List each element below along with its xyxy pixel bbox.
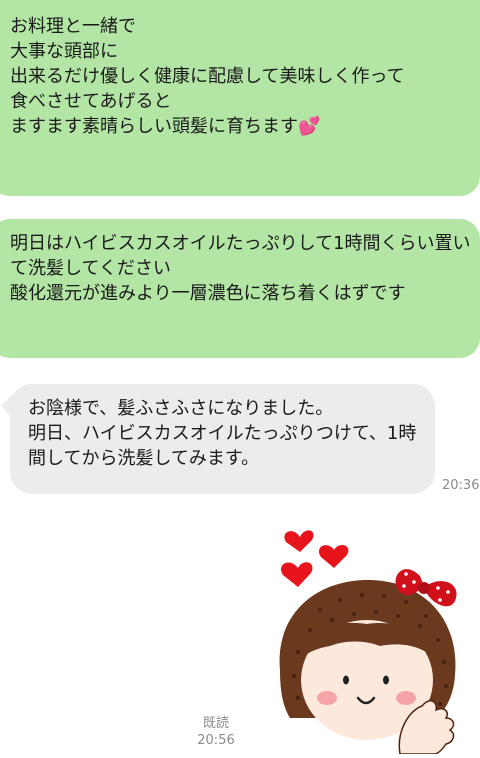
message-timestamp: 20:56 <box>197 733 235 748</box>
sent-message-bubble[interactable]: お料理と一緒で 大事な頭部に 出来るだけ優しく健康に配慮して美味しく作って 食べ… <box>0 0 480 196</box>
heart-icon <box>318 544 349 568</box>
girl-with-hearts-sticker-icon[interactable] <box>250 520 480 755</box>
message-timestamp: 20:36 <box>442 478 480 493</box>
heart-icon <box>284 530 314 552</box>
heart-icon <box>281 562 313 587</box>
sent-message-bubble[interactable]: 明日はハイビスカスオイルたっぷりして1時間くらい置いて洗髪してください 酸化還元… <box>0 219 480 358</box>
received-message-bubble[interactable]: お陰様で、髪ふさふさになりました。 明日、ハイビスカスオイルたっぷりつけて、1時… <box>10 384 435 494</box>
read-receipt-label: 既読 <box>202 716 229 731</box>
